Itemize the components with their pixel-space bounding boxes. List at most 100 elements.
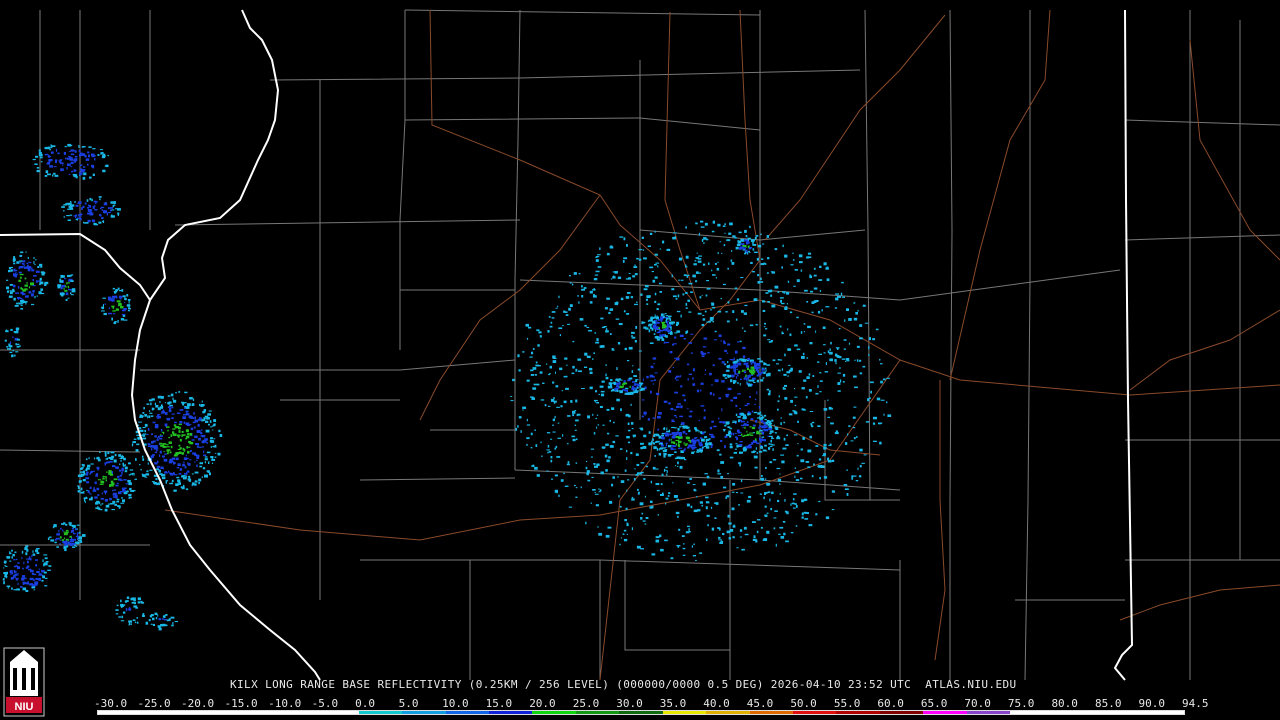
echo-pixel: [623, 380, 626, 383]
echo-pixel: [92, 166, 95, 169]
echo-pixel: [781, 331, 783, 335]
echo-pixel: [782, 521, 786, 523]
echo-pixel: [116, 498, 120, 501]
echo-pixel: [687, 274, 690, 276]
echo-pixel: [112, 500, 116, 504]
echo-pixel: [126, 490, 129, 492]
echo-pixel: [718, 539, 722, 541]
echo-pixel: [584, 352, 588, 356]
echo-pixel: [846, 308, 849, 311]
echo-pixel: [78, 172, 83, 175]
echo-pixel: [46, 163, 49, 165]
echo-pixel: [823, 453, 826, 456]
echo-pixel: [667, 320, 669, 322]
echo-pixel: [142, 437, 147, 440]
echo-pixel: [665, 335, 668, 338]
echo-pixel: [166, 452, 169, 455]
echo-pixel: [617, 476, 619, 478]
echo-pixel: [731, 359, 735, 361]
echo-pixel: [749, 225, 751, 229]
echo-pixel: [677, 294, 680, 298]
echo-pixel: [742, 245, 746, 247]
echo-pixel: [633, 266, 638, 268]
echo-pixel: [706, 321, 711, 323]
echo-pixel: [165, 424, 167, 427]
echo-pixel: [841, 358, 846, 360]
echo-pixel: [596, 426, 598, 429]
echo-pixel: [68, 151, 71, 153]
echo-pixel: [148, 399, 153, 402]
echo-pixel: [680, 314, 682, 318]
echo-pixel: [156, 468, 159, 471]
echo-pixel: [652, 442, 655, 445]
echo-pixel: [783, 291, 785, 294]
echo-pixel: [724, 232, 726, 234]
echo-pixel: [730, 379, 733, 383]
echo-pixel: [766, 235, 769, 238]
echo-pixel: [169, 451, 172, 454]
echo-pixel: [605, 373, 607, 377]
echo-pixel: [756, 452, 759, 454]
echo-pixel: [530, 374, 535, 376]
echo-pixel: [886, 401, 888, 404]
echo-pixel: [169, 482, 173, 485]
echo-pixel: [609, 308, 614, 311]
echo-pixel: [670, 407, 674, 411]
echo-pixel: [52, 145, 56, 147]
echo-pixel: [63, 531, 65, 533]
echo-pixel: [182, 477, 187, 480]
echo-pixel: [593, 288, 595, 291]
echo-pixel: [686, 437, 690, 440]
echo-pixel: [610, 445, 613, 448]
echo-pixel: [566, 463, 570, 466]
echo-pixel: [144, 429, 146, 433]
echo-pixel: [22, 260, 26, 263]
echo-pixel: [209, 439, 213, 443]
echo-pixel: [735, 448, 737, 450]
echo-pixel: [89, 211, 93, 214]
echo-pixel: [835, 347, 840, 349]
colorbar-segment: [749, 711, 793, 714]
echo-pixel: [627, 441, 631, 444]
echo-pixel: [189, 397, 193, 400]
echo-pixel: [671, 274, 673, 278]
echo-pixel: [662, 323, 664, 326]
echo-pixel: [758, 405, 760, 409]
echo-pixel: [841, 281, 844, 284]
echo-pixel: [594, 274, 599, 276]
echo-pixel: [712, 306, 715, 309]
echo-pixel: [705, 294, 708, 297]
echo-pixel: [9, 284, 13, 286]
echo-pixel: [144, 423, 148, 427]
echo-pixel: [653, 363, 655, 365]
echo-pixel: [671, 436, 676, 439]
echo-pixel: [554, 415, 556, 419]
echo-pixel: [764, 505, 767, 508]
echo-pixel: [531, 351, 534, 355]
echo-pixel: [784, 353, 786, 357]
echo-pixel: [164, 412, 168, 415]
echo-pixel: [97, 154, 100, 156]
echo-pixel: [655, 468, 659, 470]
echo-pixel: [570, 400, 573, 403]
echo-pixel: [40, 266, 43, 268]
echo-pixel: [612, 388, 615, 392]
echo-pixel: [39, 281, 44, 285]
echo-pixel: [192, 452, 196, 455]
echo-pixel: [99, 483, 104, 485]
echo-pixel: [595, 270, 600, 273]
echo-pixel: [713, 425, 717, 428]
echo-pixel: [121, 487, 125, 490]
echo-pixel: [876, 397, 881, 401]
echo-pixel: [119, 457, 123, 459]
echo-pixel: [14, 354, 16, 357]
echo-pixel: [710, 309, 713, 311]
echo-pixel: [777, 400, 780, 403]
echo-pixel: [732, 525, 736, 528]
echo-pixel: [114, 295, 118, 298]
echo-pixel: [203, 439, 207, 443]
echo-pixel: [564, 311, 568, 313]
echo-pixel: [666, 427, 668, 431]
colorbar-segment: [402, 711, 446, 714]
echo-pixel: [664, 432, 668, 435]
